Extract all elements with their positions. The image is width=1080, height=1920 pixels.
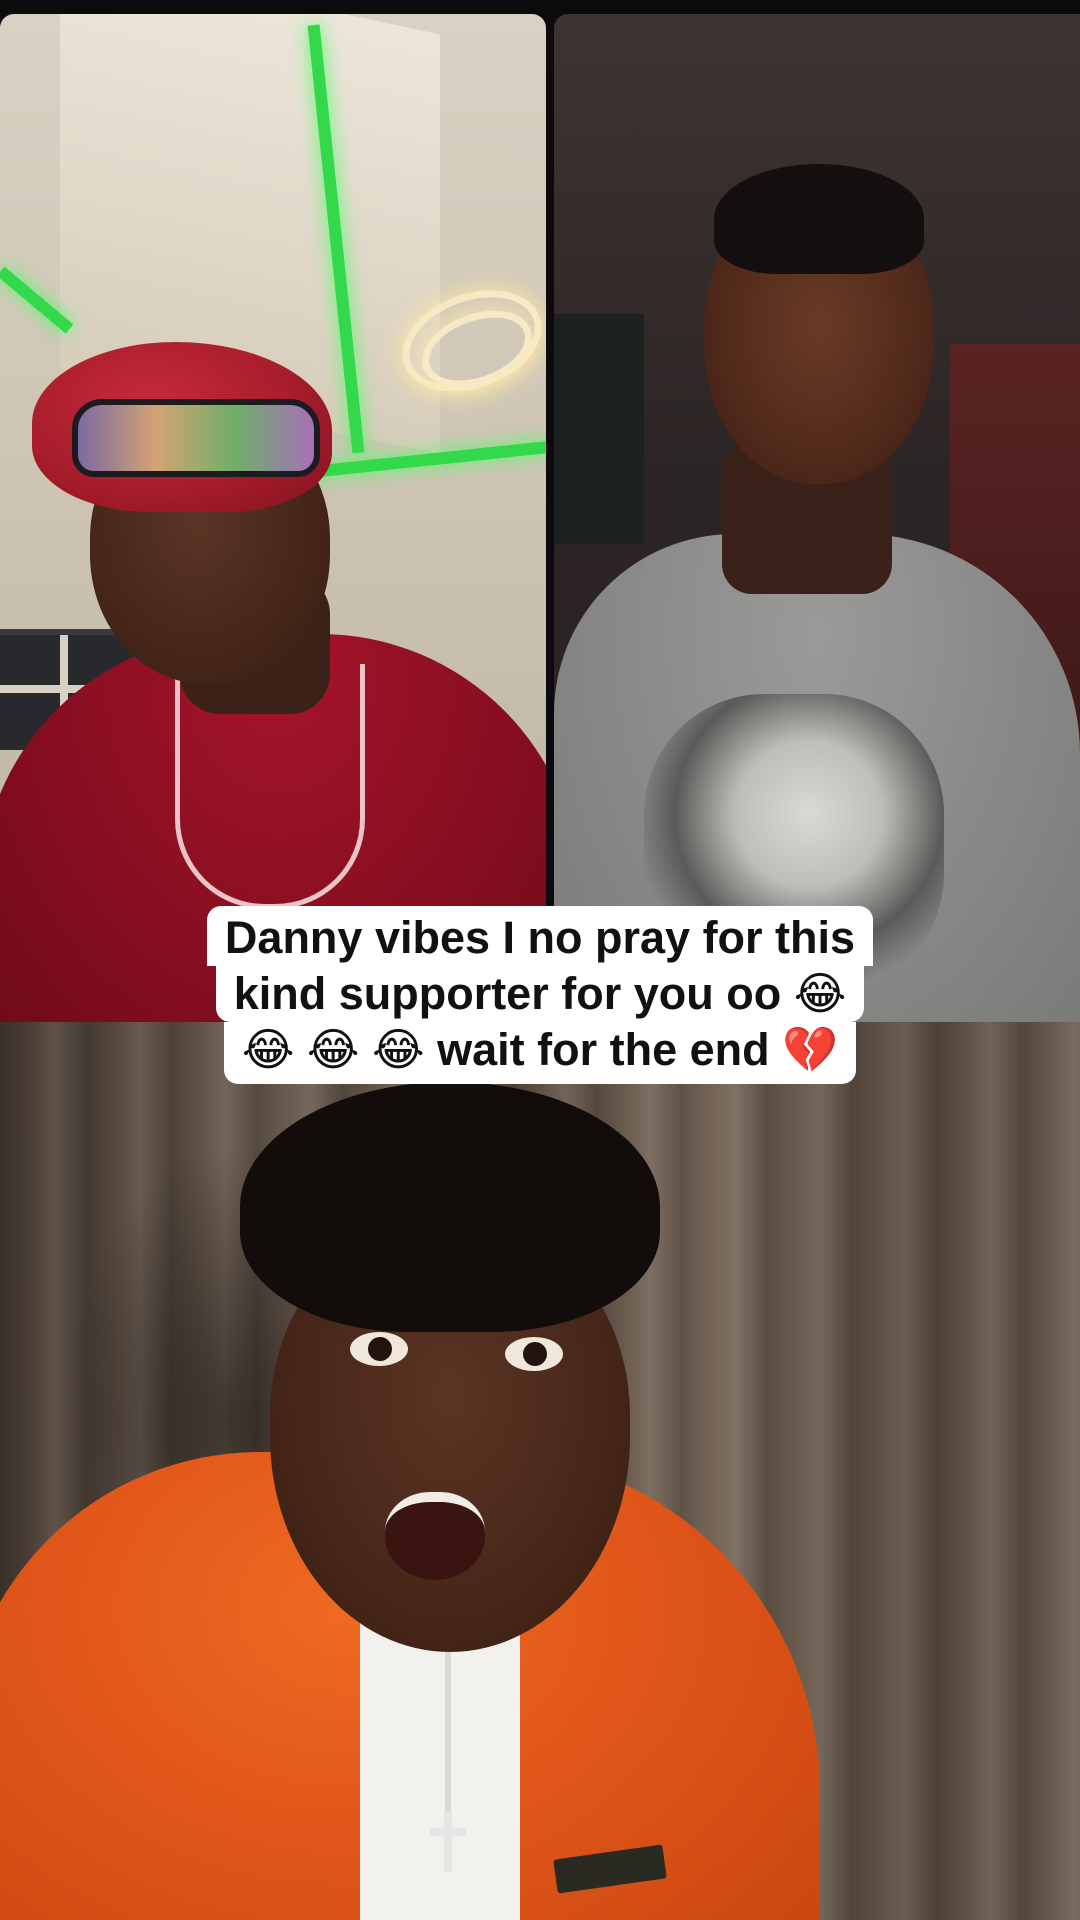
sunglasses xyxy=(72,399,320,477)
person-mouth xyxy=(385,1492,485,1580)
person-hair xyxy=(240,1082,660,1332)
cross-pendant-icon xyxy=(430,1812,466,1872)
caption-line: Danny vibes I no pray for this xyxy=(206,906,874,966)
caption-line: kind supporter for you oo 😂 xyxy=(215,966,865,1022)
video-pane-bottom xyxy=(0,1022,1080,1920)
background-door xyxy=(554,314,644,544)
necklace-chain xyxy=(445,1622,451,1842)
person-eye xyxy=(505,1337,563,1371)
caption-line: 😂 😂 😂 wait for the end 💔 xyxy=(223,1022,857,1084)
video-pane-top-left xyxy=(0,14,546,1022)
person-eye xyxy=(350,1332,408,1366)
person-hair xyxy=(714,164,924,274)
video-pane-top-right xyxy=(554,14,1080,1022)
video-caption: Danny vibes I no pray for this kind supp… xyxy=(0,906,1080,1084)
